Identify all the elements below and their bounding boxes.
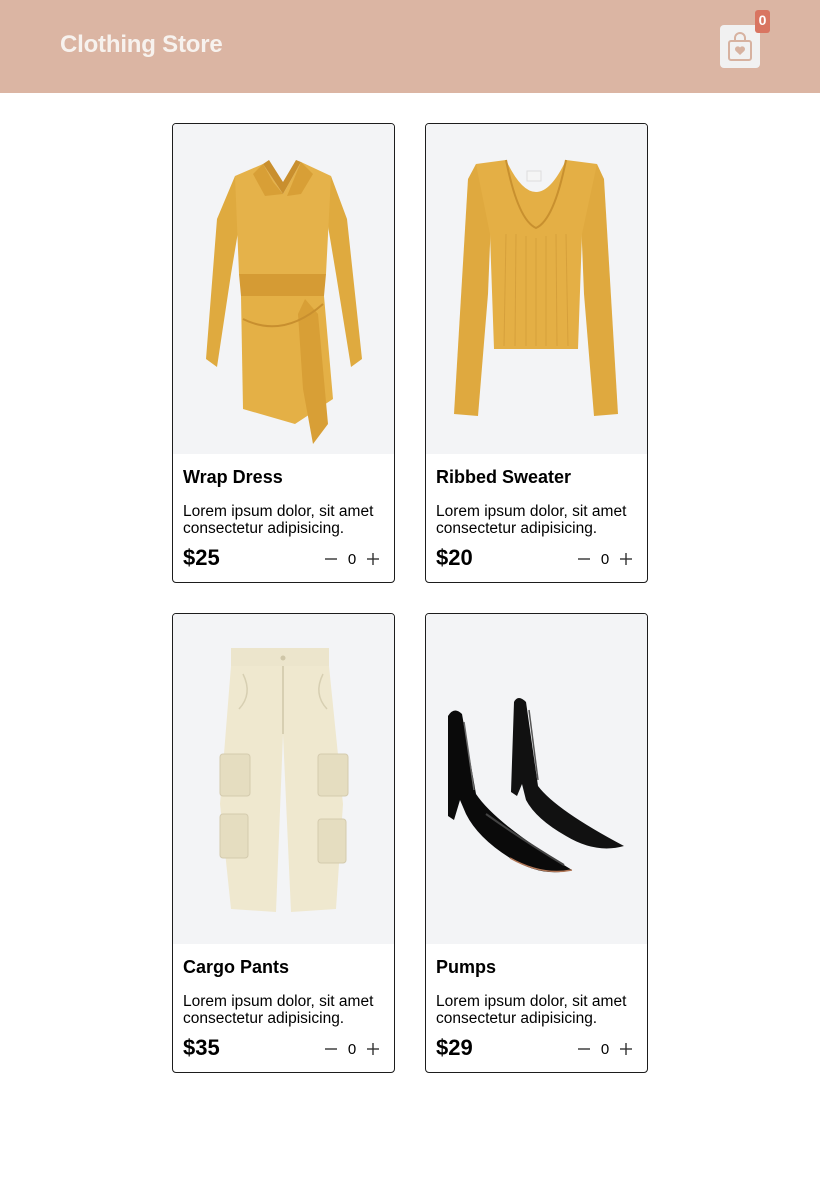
quantity-stepper: 0 xyxy=(573,1038,637,1060)
cart-count-badge: 0 xyxy=(755,10,770,33)
product-price: $35 xyxy=(183,1035,220,1060)
product-card[interactable]: Pumps Lorem ipsum dolor, sit amet consec… xyxy=(425,613,648,1073)
cart-button[interactable] xyxy=(720,25,760,68)
product-description: Lorem ipsum dolor, sit amet consectetur … xyxy=(183,993,374,1027)
increment-button[interactable] xyxy=(362,548,384,570)
decrement-button[interactable] xyxy=(320,1038,342,1060)
quantity-value: 0 xyxy=(600,1040,610,1058)
shopping-bag-icon xyxy=(728,31,752,61)
quantity-stepper: 0 xyxy=(320,548,384,570)
product-image-pumps[interactable] xyxy=(426,614,647,944)
quantity-stepper: 0 xyxy=(573,548,637,570)
minus-icon xyxy=(325,1048,337,1050)
product-name: Ribbed Sweater xyxy=(436,467,572,487)
product-image-ribbed-sweater[interactable] xyxy=(426,124,647,454)
quantity-value: 0 xyxy=(600,550,610,568)
product-price: $20 xyxy=(436,545,473,570)
product-image-wrap-dress[interactable] xyxy=(173,124,394,454)
minus-icon xyxy=(325,558,337,560)
increment-button[interactable] xyxy=(615,1038,637,1060)
decrement-button[interactable] xyxy=(320,548,342,570)
minus-icon xyxy=(578,1048,590,1050)
increment-button[interactable] xyxy=(615,548,637,570)
plus-icon xyxy=(620,1043,632,1055)
product-description: Lorem ipsum dolor, sit amet consectetur … xyxy=(436,993,627,1027)
product-price: $25 xyxy=(183,545,220,570)
product-name: Cargo Pants xyxy=(183,957,290,977)
product-price: $29 xyxy=(436,1035,473,1060)
product-name: Pumps xyxy=(436,957,497,977)
product-card[interactable]: Ribbed Sweater Lorem ipsum dolor, sit am… xyxy=(425,123,648,583)
product-name: Wrap Dress xyxy=(183,467,283,487)
quantity-stepper: 0 xyxy=(320,1038,384,1060)
decrement-button[interactable] xyxy=(573,1038,595,1060)
plus-icon xyxy=(620,553,632,565)
product-image-cargo-pants[interactable] xyxy=(173,614,394,944)
store-title: Clothing Store xyxy=(60,31,223,58)
product-description: Lorem ipsum dolor, sit amet consectetur … xyxy=(436,503,627,537)
plus-icon xyxy=(367,1043,379,1055)
product-description: Lorem ipsum dolor, sit amet consectetur … xyxy=(183,503,374,537)
product-card[interactable]: Cargo Pants Lorem ipsum dolor, sit amet … xyxy=(172,613,395,1073)
minus-icon xyxy=(578,558,590,560)
quantity-value: 0 xyxy=(347,1040,357,1058)
quantity-value: 0 xyxy=(347,550,357,568)
increment-button[interactable] xyxy=(362,1038,384,1060)
decrement-button[interactable] xyxy=(573,548,595,570)
header: Clothing Store 0 xyxy=(0,0,820,93)
plus-icon xyxy=(367,553,379,565)
product-card[interactable]: Wrap Dress Lorem ipsum dolor, sit amet c… xyxy=(172,123,395,583)
